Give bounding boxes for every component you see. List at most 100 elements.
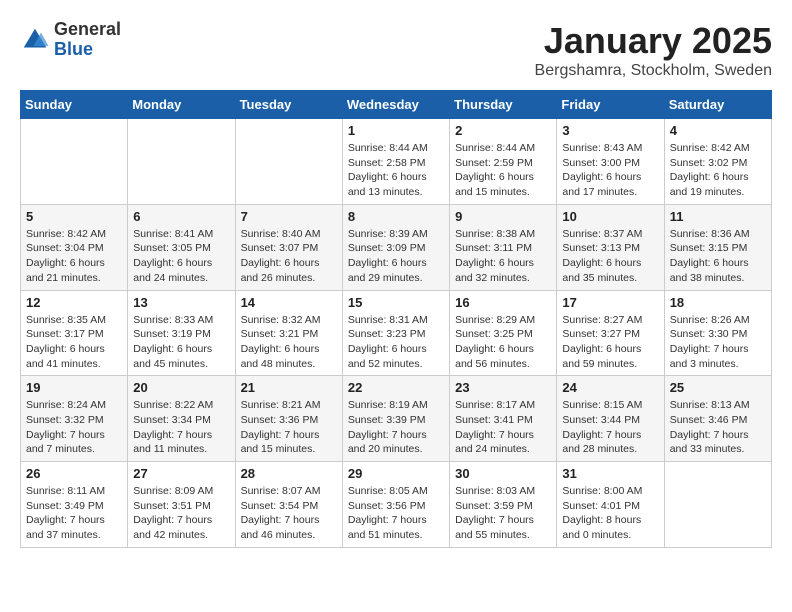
logo-blue-text: Blue — [54, 40, 121, 60]
day-info: Sunrise: 8:00 AM Sunset: 4:01 PM Dayligh… — [562, 484, 658, 543]
logo-icon — [20, 25, 50, 55]
day-info: Sunrise: 8:15 AM Sunset: 3:44 PM Dayligh… — [562, 398, 658, 457]
calendar-cell: 31 Sunrise: 8:00 AM Sunset: 4:01 PM Dayli… — [557, 462, 664, 548]
weekday-header-monday: Monday — [128, 91, 235, 119]
day-number: 15 — [348, 295, 444, 310]
calendar-cell: 23 Sunrise: 8:17 AM Sunset: 3:41 PM Dayli… — [450, 376, 557, 462]
day-info: Sunrise: 8:05 AM Sunset: 3:56 PM Dayligh… — [348, 484, 444, 543]
day-info: Sunrise: 8:39 AM Sunset: 3:09 PM Dayligh… — [348, 227, 444, 286]
calendar-cell: 9 Sunrise: 8:38 AM Sunset: 3:11 PM Daylig… — [450, 204, 557, 290]
day-number: 31 — [562, 466, 658, 481]
calendar-cell — [235, 119, 342, 205]
day-number: 1 — [348, 123, 444, 138]
calendar-cell: 1Sunrise: 8:44 AM Sunset: 2:58 PM Daylig… — [342, 119, 449, 205]
day-number: 2 — [455, 123, 551, 138]
calendar-cell: 5Sunrise: 8:42 AM Sunset: 3:04 PM Daylig… — [21, 204, 128, 290]
day-number: 20 — [133, 380, 229, 395]
day-number: 9 — [455, 209, 551, 224]
day-number: 16 — [455, 295, 551, 310]
day-number: 27 — [133, 466, 229, 481]
logo: General Blue — [20, 20, 121, 60]
day-info: Sunrise: 8:37 AM Sunset: 3:13 PM Dayligh… — [562, 227, 658, 286]
day-info: Sunrise: 8:33 AM Sunset: 3:19 PM Dayligh… — [133, 313, 229, 372]
day-info: Sunrise: 8:40 AM Sunset: 3:07 PM Dayligh… — [241, 227, 337, 286]
calendar-week-2: 5Sunrise: 8:42 AM Sunset: 3:04 PM Daylig… — [21, 204, 772, 290]
weekday-header-tuesday: Tuesday — [235, 91, 342, 119]
calendar-cell: 11 Sunrise: 8:36 AM Sunset: 3:15 PM Dayli… — [664, 204, 771, 290]
calendar-subtitle: Bergshamra, Stockholm, Sweden — [535, 62, 772, 80]
calendar-week-4: 19Sunrise: 8:24 AM Sunset: 3:32 PM Dayli… — [21, 376, 772, 462]
weekday-header-sunday: Sunday — [21, 91, 128, 119]
calendar-cell: 21Sunrise: 8:21 AM Sunset: 3:36 PM Dayli… — [235, 376, 342, 462]
day-info: Sunrise: 8:43 AM Sunset: 3:00 PM Dayligh… — [562, 141, 658, 200]
calendar-cell: 30 Sunrise: 8:03 AM Sunset: 3:59 PM Dayli… — [450, 462, 557, 548]
logo-general-text: General — [54, 20, 121, 40]
calendar-cell: 20Sunrise: 8:22 AM Sunset: 3:34 PM Dayli… — [128, 376, 235, 462]
day-info: Sunrise: 8:03 AM Sunset: 3:59 PM Dayligh… — [455, 484, 551, 543]
day-info: Sunrise: 8:38 AM Sunset: 3:11 PM Dayligh… — [455, 227, 551, 286]
day-number: 11 — [670, 209, 766, 224]
day-number: 26 — [26, 466, 122, 481]
calendar-cell: 18Sunrise: 8:26 AM Sunset: 3:30 PM Dayli… — [664, 290, 771, 376]
calendar-cell: 28 Sunrise: 8:07 AM Sunset: 3:54 PM Dayli… — [235, 462, 342, 548]
calendar-cell: 10 Sunrise: 8:37 AM Sunset: 3:13 PM Dayli… — [557, 204, 664, 290]
day-number: 18 — [670, 295, 766, 310]
day-info: Sunrise: 8:31 AM Sunset: 3:23 PM Dayligh… — [348, 313, 444, 372]
calendar-cell — [21, 119, 128, 205]
calendar-cell — [128, 119, 235, 205]
day-number: 4 — [670, 123, 766, 138]
calendar-cell: 2 Sunrise: 8:44 AM Sunset: 2:59 PM Daylig… — [450, 119, 557, 205]
day-number: 21 — [241, 380, 337, 395]
day-number: 23 — [455, 380, 551, 395]
logo-text: General Blue — [54, 20, 121, 60]
calendar-week-3: 12 Sunrise: 8:35 AM Sunset: 3:17 PM Dayli… — [21, 290, 772, 376]
day-info: Sunrise: 8:09 AM Sunset: 3:51 PM Dayligh… — [133, 484, 229, 543]
day-number: 22 — [348, 380, 444, 395]
day-number: 14 — [241, 295, 337, 310]
day-info: Sunrise: 8:35 AM Sunset: 3:17 PM Dayligh… — [26, 313, 122, 372]
day-number: 30 — [455, 466, 551, 481]
day-number: 13 — [133, 295, 229, 310]
calendar-week-1: 1Sunrise: 8:44 AM Sunset: 2:58 PM Daylig… — [21, 119, 772, 205]
day-info: Sunrise: 8:17 AM Sunset: 3:41 PM Dayligh… — [455, 398, 551, 457]
day-number: 8 — [348, 209, 444, 224]
calendar-cell: 6Sunrise: 8:41 AM Sunset: 3:05 PM Daylig… — [128, 204, 235, 290]
weekday-header-row: SundayMondayTuesdayWednesdayThursdayFrid… — [21, 91, 772, 119]
calendar-cell: 3 Sunrise: 8:43 AM Sunset: 3:00 PM Daylig… — [557, 119, 664, 205]
day-info: Sunrise: 8:07 AM Sunset: 3:54 PM Dayligh… — [241, 484, 337, 543]
calendar-cell: 14 Sunrise: 8:32 AM Sunset: 3:21 PM Dayli… — [235, 290, 342, 376]
calendar-week-5: 26Sunrise: 8:11 AM Sunset: 3:49 PM Dayli… — [21, 462, 772, 548]
weekday-header-friday: Friday — [557, 91, 664, 119]
day-info: Sunrise: 8:44 AM Sunset: 2:59 PM Dayligh… — [455, 141, 551, 200]
weekday-header-thursday: Thursday — [450, 91, 557, 119]
day-number: 10 — [562, 209, 658, 224]
calendar-cell: 8 Sunrise: 8:39 AM Sunset: 3:09 PM Daylig… — [342, 204, 449, 290]
day-info: Sunrise: 8:42 AM Sunset: 3:04 PM Dayligh… — [26, 227, 122, 286]
day-number: 6 — [133, 209, 229, 224]
weekday-header-saturday: Saturday — [664, 91, 771, 119]
title-area: January 2025 Bergshamra, Stockholm, Swed… — [535, 20, 772, 80]
day-number: 29 — [348, 466, 444, 481]
calendar-title: January 2025 — [535, 20, 772, 62]
day-number: 3 — [562, 123, 658, 138]
header: General Blue January 2025 Bergshamra, St… — [20, 20, 772, 80]
calendar-cell: 16 Sunrise: 8:29 AM Sunset: 3:25 PM Dayli… — [450, 290, 557, 376]
calendar-cell — [664, 462, 771, 548]
day-number: 17 — [562, 295, 658, 310]
day-info: Sunrise: 8:29 AM Sunset: 3:25 PM Dayligh… — [455, 313, 551, 372]
calendar-cell: 7 Sunrise: 8:40 AM Sunset: 3:07 PM Daylig… — [235, 204, 342, 290]
day-number: 7 — [241, 209, 337, 224]
day-info: Sunrise: 8:42 AM Sunset: 3:02 PM Dayligh… — [670, 141, 766, 200]
day-info: Sunrise: 8:13 AM Sunset: 3:46 PM Dayligh… — [670, 398, 766, 457]
calendar-cell: 22 Sunrise: 8:19 AM Sunset: 3:39 PM Dayli… — [342, 376, 449, 462]
calendar-cell: 4 Sunrise: 8:42 AM Sunset: 3:02 PM Daylig… — [664, 119, 771, 205]
calendar-cell: 29 Sunrise: 8:05 AM Sunset: 3:56 PM Dayli… — [342, 462, 449, 548]
calendar-cell: 15 Sunrise: 8:31 AM Sunset: 3:23 PM Dayli… — [342, 290, 449, 376]
day-number: 28 — [241, 466, 337, 481]
day-number: 12 — [26, 295, 122, 310]
day-info: Sunrise: 8:19 AM Sunset: 3:39 PM Dayligh… — [348, 398, 444, 457]
day-info: Sunrise: 8:32 AM Sunset: 3:21 PM Dayligh… — [241, 313, 337, 372]
day-number: 24 — [562, 380, 658, 395]
calendar-cell: 17Sunrise: 8:27 AM Sunset: 3:27 PM Dayli… — [557, 290, 664, 376]
day-info: Sunrise: 8:36 AM Sunset: 3:15 PM Dayligh… — [670, 227, 766, 286]
